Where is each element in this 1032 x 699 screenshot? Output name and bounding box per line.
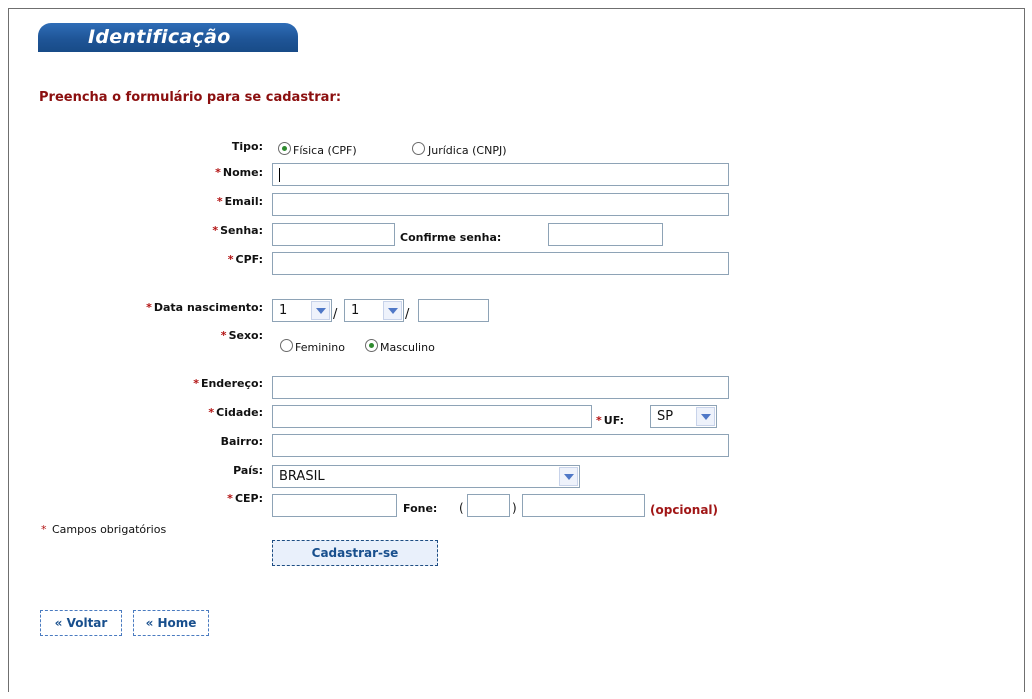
fone-optional-text: (opcional) <box>650 503 719 517</box>
tipo-fisica-label: Física (CPF) <box>293 144 357 157</box>
tipo-fisica-radio[interactable] <box>278 142 291 155</box>
chevron-down-icon[interactable] <box>559 467 578 486</box>
cadastrar-button[interactable]: Cadastrar-se <box>272 540 438 566</box>
endereco-label: * Endereço: <box>193 377 263 390</box>
sexo-masculino-radio[interactable] <box>365 339 378 352</box>
cpf-label: * CPF: <box>227 253 263 266</box>
nome-label: * Nome: <box>215 166 263 179</box>
birth-month-select[interactable]: 1 <box>344 299 404 322</box>
date-separator: / <box>405 307 410 322</box>
cpf-input[interactable] <box>272 252 729 275</box>
home-button[interactable]: « Home <box>133 610 209 636</box>
chevron-down-icon[interactable] <box>383 301 402 320</box>
chevron-down-icon[interactable] <box>696 407 715 426</box>
date-separator: / <box>333 307 338 322</box>
birth-year-input[interactable] <box>418 299 489 322</box>
chevron-down-icon[interactable] <box>311 301 330 320</box>
form-intro-text: Preencha o formulário para se cadastrar: <box>39 90 342 105</box>
tipo-label: Tipo: <box>231 140 263 153</box>
sexo-feminino-radio[interactable] <box>280 339 293 352</box>
voltar-button[interactable]: « Voltar <box>40 610 122 636</box>
confirm-senha-input[interactable] <box>548 223 663 246</box>
uf-label: * UF: <box>596 414 625 427</box>
senha-input[interactable] <box>272 223 395 246</box>
sexo-feminino-label: Feminino <box>295 341 345 354</box>
email-input[interactable] <box>272 193 729 216</box>
pais-select[interactable]: BRASIL <box>272 465 580 488</box>
tipo-juridica-label: Jurídica (CNPJ) <box>428 144 507 157</box>
section-tab-header: Identificação <box>38 23 298 52</box>
fone-close-paren: ) <box>512 501 517 515</box>
cidade-input[interactable] <box>272 405 592 428</box>
confirm-senha-label: Confirme senha: <box>400 231 502 244</box>
birth-day-select[interactable]: 1 <box>272 299 332 322</box>
bairro-input[interactable] <box>272 434 729 457</box>
fone-open-paren: ( <box>459 501 464 515</box>
sexo-masculino-label: Masculino <box>380 341 435 354</box>
cep-input[interactable] <box>272 494 397 517</box>
fone-ddd-input[interactable] <box>467 494 510 517</box>
endereco-input[interactable] <box>272 376 729 399</box>
nome-input[interactable] <box>272 163 729 186</box>
email-label: * Email: <box>216 195 263 208</box>
cidade-label: * Cidade: <box>208 406 263 419</box>
section-title: Identificação <box>88 26 231 48</box>
data-nascimento-label: * Data nascimento: <box>146 301 263 314</box>
senha-label: * Senha: <box>212 224 263 237</box>
required-fields-note: * Campos obrigatórios <box>41 523 167 536</box>
fone-number-input[interactable] <box>522 494 645 517</box>
required-marker: * <box>215 166 221 179</box>
page-frame <box>8 8 1025 692</box>
pais-label: País: <box>233 464 263 477</box>
tipo-juridica-radio[interactable] <box>412 142 425 155</box>
uf-select[interactable]: SP <box>650 405 717 428</box>
bairro-label: Bairro: <box>220 435 263 448</box>
fone-label: Fone: <box>403 502 438 515</box>
cep-label: * CEP: <box>227 492 263 505</box>
text-cursor <box>279 168 280 182</box>
sexo-label: * Sexo: <box>220 329 263 342</box>
